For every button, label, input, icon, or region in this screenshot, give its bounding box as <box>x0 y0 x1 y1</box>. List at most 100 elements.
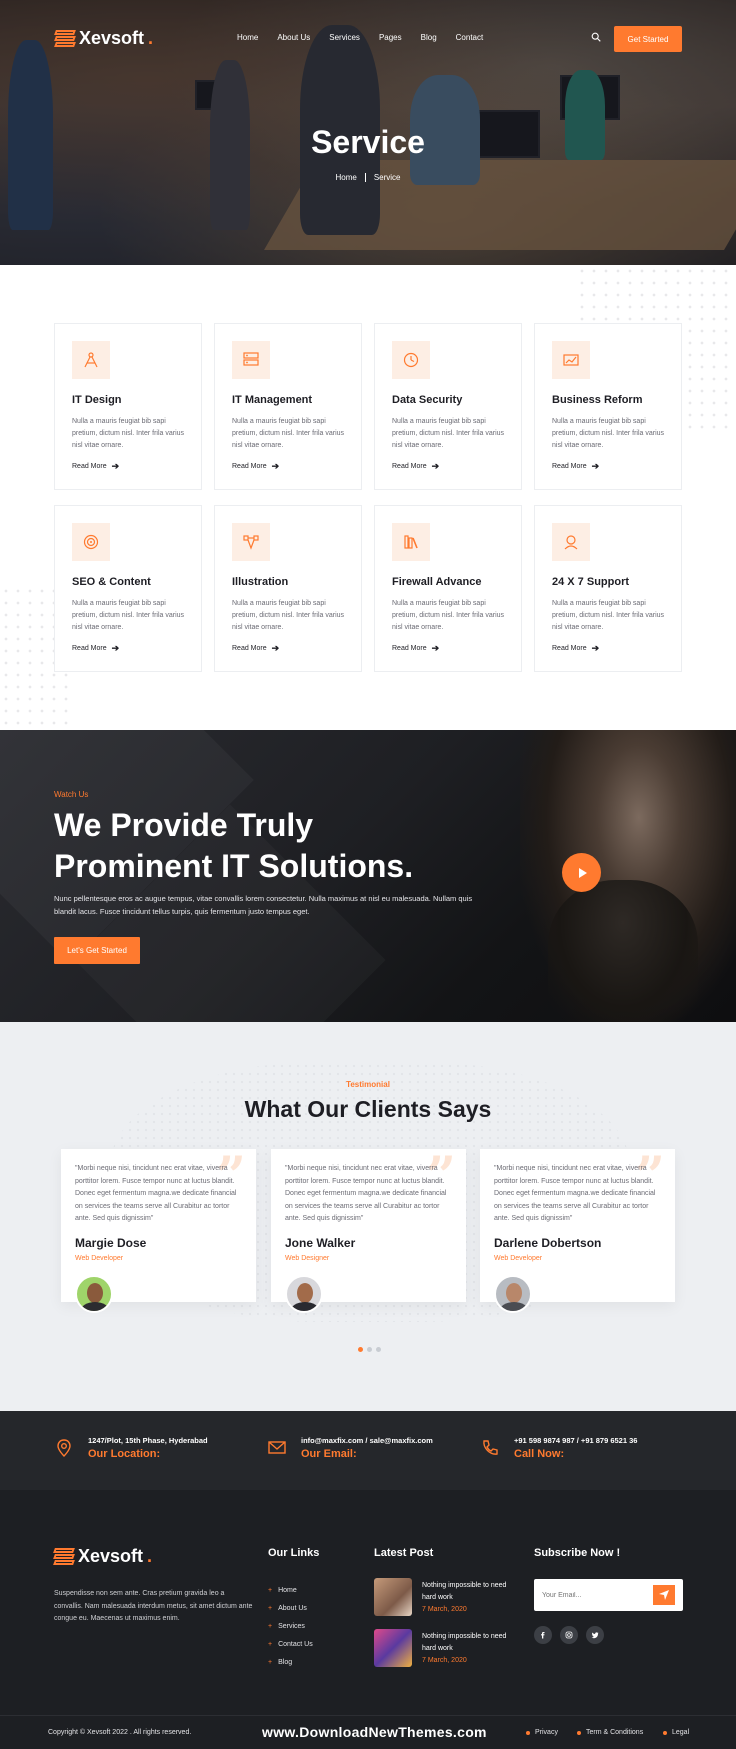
logo-dot: . <box>148 28 154 48</box>
service-title: 24 X 7 Support <box>552 576 630 588</box>
footer-link-legal[interactable]: Legal <box>663 1729 689 1736</box>
nav-item-blog[interactable]: Blog <box>421 33 437 42</box>
get-started-button[interactable]: Get Started <box>614 26 682 52</box>
post-thumbnail <box>374 1629 412 1667</box>
service-description: Nulla a mauris feugiat bib sapi pretium,… <box>552 418 665 449</box>
logo-text: Xevsoft <box>79 28 145 48</box>
testimonial-text: "Morbi neque nisi, tincidunt nec erat vi… <box>494 1165 656 1222</box>
contact-value[interactable]: +91 598 9874 987 / +91 879 6521 36 <box>514 1436 637 1445</box>
subscribe-button[interactable] <box>653 1585 675 1605</box>
arrow-right-icon: ➔ <box>431 461 440 471</box>
read-more-link[interactable]: Read More ➔ <box>232 461 279 472</box>
footer-link-label: Services <box>278 1622 305 1630</box>
nav-item-contact[interactable]: Contact <box>456 33 484 42</box>
design-compass-icon <box>72 341 110 379</box>
service-description: Nulla a mauris feugiat bib sapi pretium,… <box>552 600 665 631</box>
read-more-link[interactable]: Read More ➔ <box>392 643 439 654</box>
service-title: Business Reform <box>552 394 643 406</box>
video-cta-section: Watch Us We Provide Truly Prominent IT S… <box>0 730 736 1022</box>
logo-layers-icon <box>54 29 76 48</box>
plus-bullet-icon: + <box>268 1622 273 1630</box>
breadcrumb-home[interactable]: Home <box>335 173 356 182</box>
twitter-icon[interactable] <box>586 1626 604 1644</box>
post-date: 7 March, 2020 <box>422 1657 467 1664</box>
footer-link-home[interactable]: + Home <box>268 1581 313 1599</box>
contact-label: Our Email: <box>301 1448 357 1460</box>
section-title: What Our Clients Says <box>244 1096 492 1122</box>
read-more-label: Read More <box>552 463 587 470</box>
play-icon <box>578 867 587 878</box>
read-more-link[interactable]: Read More ➔ <box>72 643 119 654</box>
read-more-label: Read More <box>72 645 107 652</box>
footer-about-text: Suspendisse non sem ante. Cras pretium g… <box>54 1590 253 1622</box>
testimonial-text: "Morbi neque nisi, tincidunt nec erat vi… <box>285 1165 447 1222</box>
phone-icon <box>483 1440 498 1455</box>
service-card-seo-content[interactable]: SEO & Content Nulla a mauris feugiat bib… <box>54 505 202 672</box>
service-card-illustration[interactable]: Illustration Nulla a mauris feugiat bib … <box>214 505 362 672</box>
service-card-it-design[interactable]: IT Design Nulla a mauris feugiat bib sap… <box>54 323 202 490</box>
footer-link-privacy[interactable]: Privacy <box>526 1729 558 1736</box>
avatar <box>285 1275 323 1313</box>
footer-link-terms[interactable]: Term & Conditions <box>577 1729 643 1736</box>
read-more-link[interactable]: Read More ➔ <box>72 461 119 472</box>
arrow-right-icon: ➔ <box>271 461 280 471</box>
service-card-it-management[interactable]: IT Management Nulla a mauris feugiat bib… <box>214 323 362 490</box>
testimonial-role: Web Developer <box>494 1255 543 1262</box>
testimonial-card: ” "Morbi neque nisi, tincidunt nec erat … <box>480 1149 675 1313</box>
site-logo[interactable]: Xevsoft. <box>54 28 154 49</box>
footer-logo[interactable]: Xevsoft. <box>53 1546 153 1567</box>
service-card-24x7-support[interactable]: 24 X 7 Support Nulla a mauris feugiat bi… <box>534 505 682 672</box>
read-more-link[interactable]: Read More ➔ <box>392 461 439 472</box>
testimonial-name: Darlene Dobertson <box>494 1236 602 1250</box>
service-title: Firewall Advance <box>392 576 482 588</box>
plus-bullet-icon: + <box>268 1658 273 1666</box>
footer-link-label: Blog <box>278 1658 293 1666</box>
search-icon[interactable] <box>591 32 601 42</box>
read-more-link[interactable]: Read More ➔ <box>552 461 599 472</box>
bullet-dot <box>663 1730 667 1735</box>
logo-dot: . <box>147 1546 153 1566</box>
latest-post-item[interactable]: Nothing impossible to need hard work 7 M… <box>374 1629 514 1669</box>
service-card-data-security[interactable]: Data Security Nulla a mauris feugiat bib… <box>374 323 522 490</box>
service-description: Nulla a mauris feugiat bib sapi pretium,… <box>232 600 345 631</box>
lets-get-started-button[interactable]: Let's Get Started <box>54 937 140 964</box>
arrow-right-icon: ➔ <box>111 461 120 471</box>
service-card-business-reform[interactable]: Business Reform Nulla a mauris feugiat b… <box>534 323 682 490</box>
carousel-dot[interactable] <box>376 1347 381 1352</box>
footer-link-blog[interactable]: + Blog <box>268 1653 313 1671</box>
nav-item-about-us[interactable]: About Us <box>277 33 310 42</box>
play-video-button[interactable] <box>562 853 601 892</box>
nav-item-home[interactable]: Home <box>237 33 258 42</box>
read-more-link[interactable]: Read More ➔ <box>232 643 279 654</box>
carousel-dot[interactable] <box>358 1347 363 1352</box>
subscribe-form <box>534 1579 683 1611</box>
bullet-dot <box>577 1730 581 1735</box>
footer-link-label: Home <box>278 1586 297 1594</box>
latest-post-item[interactable]: Nothing impossible to need hard work 7 M… <box>374 1578 514 1618</box>
service-card-firewall-advance[interactable]: Firewall Advance Nulla a mauris feugiat … <box>374 505 522 672</box>
carousel-dot[interactable] <box>367 1347 372 1352</box>
location-pin-icon <box>57 1439 71 1457</box>
email-field[interactable] <box>542 1587 642 1603</box>
footer-link-services[interactable]: + Services <box>268 1617 313 1635</box>
contact-value[interactable]: info@maxfix.com / sale@maxfix.com <box>301 1436 433 1445</box>
instagram-icon[interactable] <box>560 1626 578 1644</box>
facebook-icon[interactable] <box>534 1626 552 1644</box>
testimonial-name: Margie Dose <box>75 1236 147 1250</box>
footer-posts-heading: Latest Post <box>374 1547 434 1559</box>
footer-link-contact-us[interactable]: + Contact Us <box>268 1635 313 1653</box>
read-more-link[interactable]: Read More ➔ <box>552 643 599 654</box>
mail-icon <box>268 1441 286 1454</box>
contact-info-strip: 1247/Plot, 15th Phase, Hyderabad Our Loc… <box>0 1411 736 1490</box>
service-title: Data Security <box>392 394 463 406</box>
nav-item-pages[interactable]: Pages <box>379 33 402 42</box>
breadcrumb: Home Service <box>0 173 736 183</box>
service-description: Nulla a mauris feugiat bib sapi pretium,… <box>392 600 505 631</box>
footer-link-about-us[interactable]: + About Us <box>268 1599 313 1617</box>
arrow-right-icon: ➔ <box>271 643 280 653</box>
nav-item-services[interactable]: Services <box>329 33 360 42</box>
read-more-label: Read More <box>392 463 427 470</box>
chart-board-icon <box>552 341 590 379</box>
testimonial-card: ” "Morbi neque nisi, tincidunt nec erat … <box>61 1149 256 1313</box>
target-icon <box>72 523 110 561</box>
